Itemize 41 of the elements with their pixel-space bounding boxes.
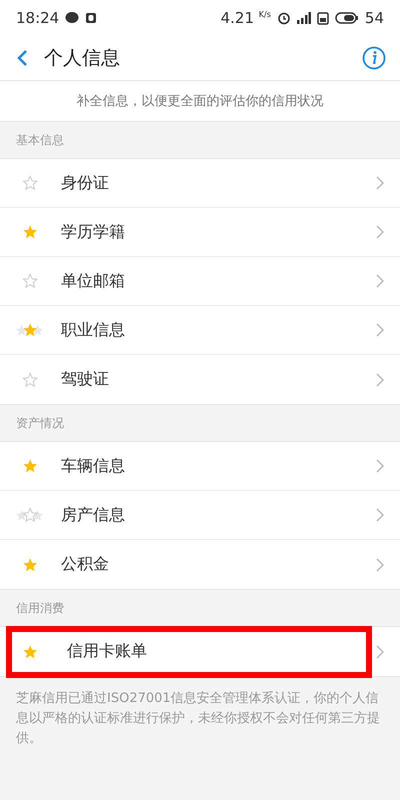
- section-header: 信用消费: [15, 600, 65, 616]
- item-label: 职业信息: [61, 320, 126, 340]
- list-item[interactable]: 学历学籍: [0, 208, 400, 257]
- item-label: 公积金: [61, 554, 110, 575]
- network-speed: 4.21 $^{K/s}$: [220, 9, 271, 27]
- list-item[interactable]: 信用卡账单: [0, 627, 400, 676]
- alarm-icon: [276, 11, 291, 25]
- item-label: 房产信息: [61, 504, 126, 526]
- battery-icon: [334, 12, 359, 24]
- item-label: 身份证: [61, 172, 110, 194]
- item-label: 信用卡账单: [67, 641, 148, 662]
- list-item[interactable]: 车辆信息: [0, 442, 400, 491]
- list-item[interactable]: 驾驶证: [0, 355, 400, 404]
- notification-icon: [85, 12, 98, 24]
- list-item[interactable]: 身份证: [0, 159, 400, 208]
- chevron-right-icon: [376, 644, 384, 658]
- chevron-right-icon: [376, 372, 384, 386]
- footer-text: 芝麻信用已通过ISO27001信息安全管理体系认证，你的个人信息以严格的认证标准进行保护，未经你授权不会对任何第三方提供。: [15, 690, 381, 748]
- signal-icon: [296, 12, 311, 24]
- chevron-right-icon: [376, 558, 384, 572]
- list-item[interactable]: 单位邮箱: [0, 257, 400, 306]
- page-title: 个人信息: [44, 46, 121, 71]
- chevron-right-icon: [376, 274, 384, 288]
- status-time: 18:24: [16, 9, 60, 27]
- item-label: 学历学籍: [61, 222, 126, 242]
- chevron-right-icon: [376, 225, 384, 239]
- chevron-right-icon: [376, 459, 384, 473]
- list-item[interactable]: 职业信息: [0, 306, 400, 355]
- battery-level: 54: [364, 9, 384, 27]
- info-icon[interactable]: [362, 46, 386, 70]
- item-label: 单位邮箱: [61, 270, 126, 292]
- chevron-right-icon: [376, 508, 384, 522]
- chevron-right-icon: [376, 176, 384, 190]
- section-header: 资产情况: [15, 414, 65, 432]
- list-item[interactable]: 房产信息: [0, 491, 400, 540]
- notice-text: 补全信息，以便更全面的评估你的信用状况: [0, 81, 400, 122]
- section-header: 基本信息: [15, 132, 65, 148]
- chevron-right-icon: [376, 323, 384, 337]
- item-label: 车辆信息: [61, 456, 126, 476]
- list-item[interactable]: 公积金: [0, 540, 400, 589]
- item-label: 驾驶证: [61, 369, 110, 390]
